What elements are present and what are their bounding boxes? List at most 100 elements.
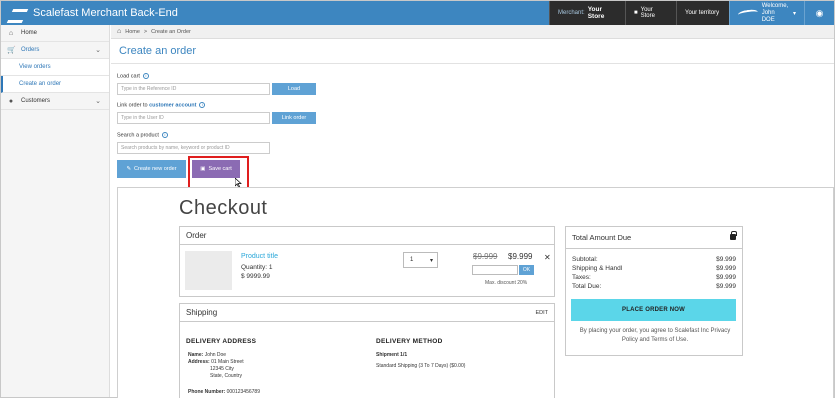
top-bar: Scalefast Merchant Back-End Merchant: Yo…	[1, 1, 834, 25]
chevron-down-icon: ⌄	[95, 47, 101, 54]
place-order-button[interactable]: PLACE ORDER NOW	[571, 299, 736, 321]
caret-down-icon: ▾	[429, 257, 433, 264]
name-value: John Doe	[204, 352, 227, 358]
user-welcome: Welcome, John DOE	[762, 3, 789, 24]
total-row-label: Taxes:	[572, 274, 591, 281]
shipping-panel: Shipping EDIT DELIVERY ADDRESS Name: Joh…	[179, 303, 555, 398]
load-cart-label-text: Load cart	[117, 73, 140, 80]
territory-label: Your territory	[685, 10, 720, 16]
total-row: Total Due: $9.999	[572, 283, 736, 290]
terms-and: and	[639, 337, 650, 343]
globe-icon: ◉	[815, 7, 824, 18]
link-order-label-text: Link order to	[117, 102, 148, 109]
sidebar-item-orders[interactable]: 🛒 Orders ⌄	[1, 42, 109, 59]
breadcrumb-home[interactable]: Home	[125, 29, 140, 35]
caret-down-icon: ▾	[792, 10, 796, 17]
edit-icon: ✎	[126, 166, 132, 172]
sidebar-item-create-order[interactable]: Create an order	[1, 76, 109, 93]
brand[interactable]: Scalefast Merchant Back-End	[1, 1, 549, 25]
chevron-down-icon: ⌄	[95, 98, 101, 105]
total-row-label: Shipping & Handl	[572, 265, 623, 272]
users-icon: ●	[8, 97, 14, 105]
sidebar-item-view-orders[interactable]: View orders	[1, 59, 109, 76]
total-row-label: Subtotal:	[572, 256, 598, 263]
total-row: Taxes: $9.999	[572, 274, 736, 281]
page-title: Create an order	[119, 45, 197, 57]
language-button[interactable]: ◉	[804, 1, 834, 25]
address-line1: 01 Main Street	[211, 359, 244, 365]
shipment-label-text: Shipment 1/1	[376, 352, 408, 358]
apply-discount-button[interactable]: OK	[519, 265, 534, 275]
terms-of-use-link[interactable]: Terms of Use.	[651, 337, 688, 343]
link-order-button[interactable]: Link order	[272, 112, 316, 124]
info-icon[interactable]: i	[142, 73, 149, 79]
link-order-label: Link order to customer account i	[117, 102, 206, 109]
load-button[interactable]: Load	[272, 83, 316, 95]
merchant-value: Your Store	[587, 6, 605, 20]
remove-item-icon[interactable]: ✕	[544, 253, 551, 262]
phone-number: Phone Number: 000123456789	[188, 389, 260, 396]
brand-title: Scalefast Merchant Back-End	[33, 7, 178, 19]
terms-note: By placing your order, you agree to Scal…	[572, 327, 738, 345]
territory-selector[interactable]: Your territory	[676, 1, 729, 25]
sidebar-item-label: Orders	[21, 47, 40, 53]
load-cart-label: Load cart i	[117, 73, 149, 79]
total-row: Shipping & Handl $9.999	[572, 265, 736, 272]
sidebar-item-label: Create an order	[19, 81, 62, 87]
name-label: Name:	[188, 352, 204, 358]
cart-icon: 🛒	[7, 47, 16, 54]
sidebar-item-label: View orders	[19, 64, 51, 70]
home-icon: ⌂	[8, 29, 14, 37]
search-product-label: Search a product i	[117, 132, 168, 138]
sidebar-item-label: Home	[21, 30, 38, 36]
total-row-label: Total Due:	[572, 283, 602, 290]
product-title-link[interactable]: Product title	[241, 253, 278, 260]
sidebar-item-home[interactable]: ⌂ Home	[1, 25, 109, 42]
user-name: John DOE	[761, 9, 775, 23]
discount-input[interactable]	[472, 265, 518, 275]
edit-shipping-link[interactable]: EDIT	[535, 310, 548, 316]
quantity-select[interactable]: 1 ▾	[403, 252, 438, 268]
checkout-title: Checkout	[179, 197, 268, 219]
user-logo-icon	[737, 8, 759, 18]
store-selector[interactable]: ■ Your Store	[625, 1, 676, 25]
search-product-label-text: Search a product	[117, 132, 159, 139]
sidebar-item-label: Customers	[21, 98, 51, 104]
shipping-heading: Shipping	[186, 308, 218, 317]
address-label: Address:	[188, 359, 210, 365]
phone-label: Phone Number:	[188, 389, 226, 395]
phone-value: 000123456789	[226, 389, 260, 395]
merchant-label: Merchant:	[558, 10, 585, 16]
customer-account-link[interactable]: customer account	[149, 102, 196, 108]
reference-id-input[interactable]	[117, 83, 270, 95]
delivery-address: Name: John Doe Address: 01 Main Street 1…	[188, 352, 244, 380]
store-icon: ■	[634, 10, 638, 16]
info-icon[interactable]: i	[199, 102, 206, 108]
original-price: $9.999	[473, 252, 498, 261]
shipment-method: Standard Shipping (3 To 7 Days) ($0.00)	[376, 363, 466, 369]
merchant-selector[interactable]: Merchant: Your Store	[549, 1, 625, 25]
product-image	[185, 251, 232, 290]
product-search-input[interactable]	[117, 142, 270, 154]
create-new-order-button[interactable]: ✎ Create new order	[117, 160, 186, 178]
user-id-input[interactable]	[117, 112, 270, 124]
shipment-label: Shipment 1/1	[376, 352, 407, 359]
quantity-select-value: 1	[410, 257, 414, 263]
welcome-label: Welcome,	[761, 2, 789, 9]
scalefast-logo-icon	[9, 7, 27, 19]
sidebar: ⌂ Home 🛒 Orders ⌄ View orders Create an …	[1, 25, 110, 397]
product-price: $ 9999.99	[241, 273, 270, 280]
sidebar-item-customers[interactable]: ● Customers ⌄	[1, 93, 109, 110]
total-panel: Total Amount Due Subtotal: $9.999 Shippin…	[565, 226, 743, 356]
delivery-method-heading: DELIVERY METHOD	[376, 338, 443, 345]
product-quantity: Quantity: 1	[241, 264, 273, 271]
total-row-value: $9.999	[716, 274, 736, 281]
home-icon[interactable]: ⌂	[117, 28, 121, 35]
info-icon[interactable]: i	[161, 132, 168, 138]
order-heading: Order	[180, 227, 554, 245]
breadcrumb-separator: >	[143, 28, 148, 35]
store-label: Your Store	[640, 7, 655, 19]
total-row-value: $9.999	[716, 265, 736, 272]
terms-prefix: By placing your order, you agree to Scal…	[579, 328, 709, 334]
user-menu[interactable]: Welcome, John DOE ▾	[729, 1, 804, 25]
